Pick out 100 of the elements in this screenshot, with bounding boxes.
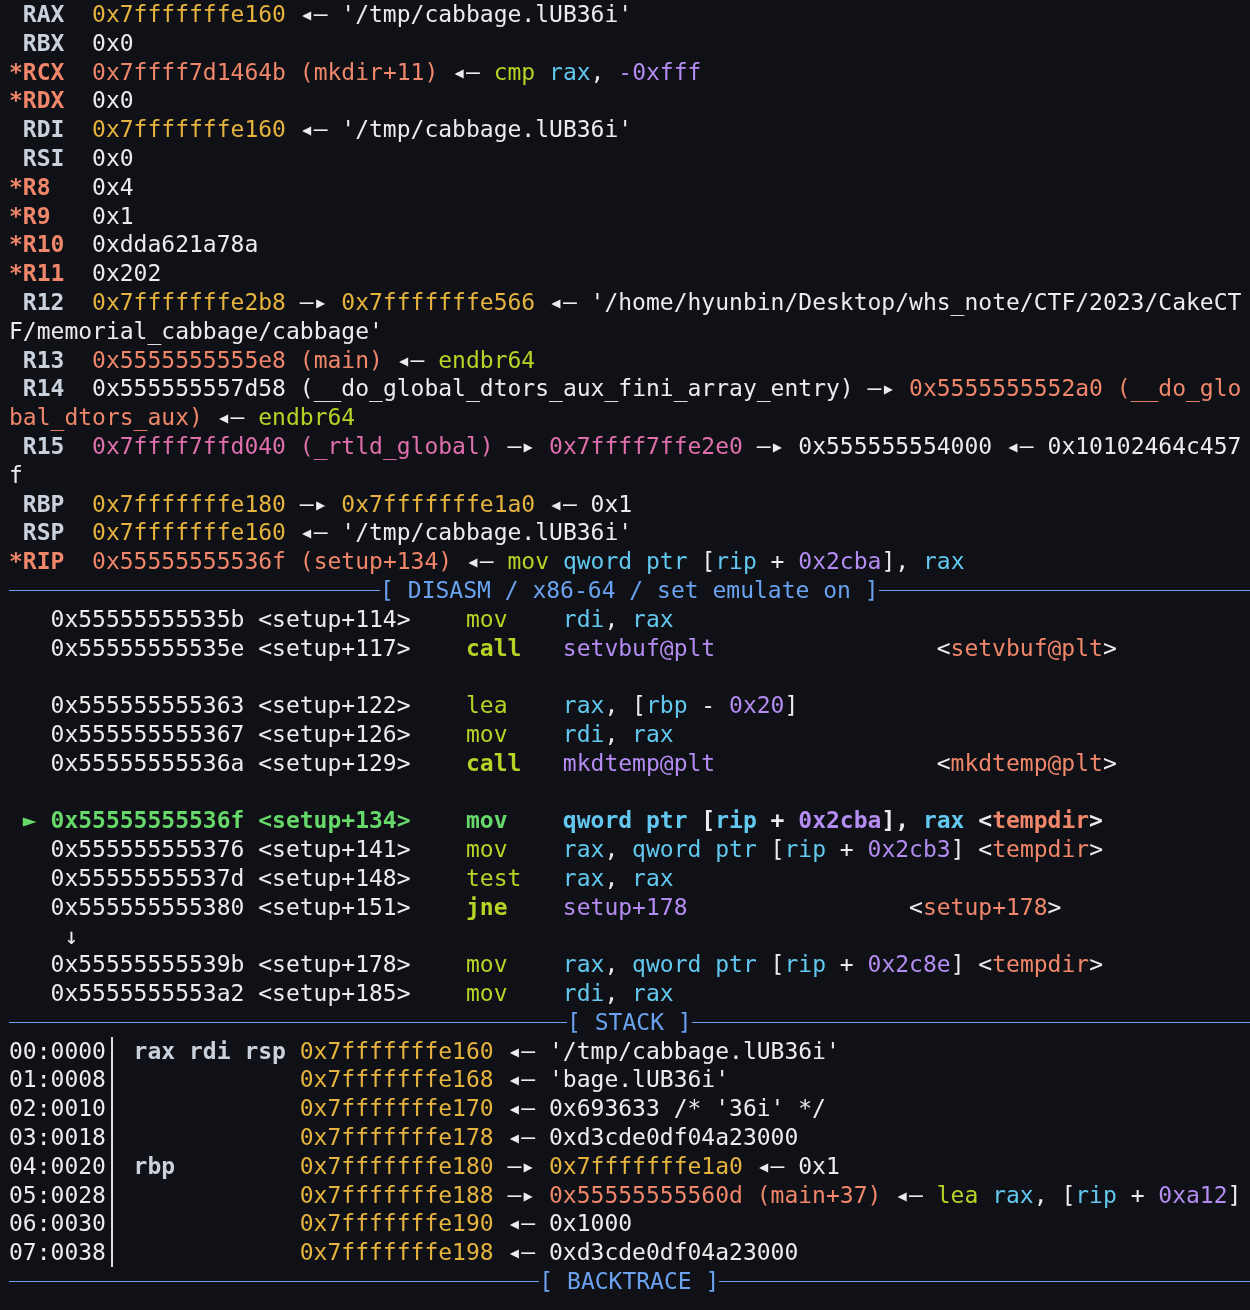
register-text: rip [715, 548, 757, 575]
section-title: [ BACKTRACE ] [539, 1267, 720, 1296]
punctuation-text: , [604, 692, 619, 719]
symbol-text: <setup+122> [258, 692, 411, 719]
bracket-text: < [909, 893, 923, 920]
string-text: '/home/hyunbin/Desktop/whs_note/CTF/2023/CakeCT [590, 288, 1242, 315]
string-text: '/tmp/cabbage.lUB36i' [341, 519, 633, 546]
pointer-arrow: —▸ [299, 287, 328, 317]
instruction-text: call [465, 749, 522, 776]
pointer-arrow: ◂— [756, 1151, 785, 1181]
punctuation-text: , [604, 605, 619, 632]
register-text: rdi [562, 980, 605, 1007]
register-text: rax [632, 605, 674, 632]
offset-text: 00:0000 [9, 1037, 106, 1064]
register-text: qword ptr [632, 951, 757, 978]
instruction-text: mov [465, 836, 508, 863]
value-text: + [839, 836, 854, 863]
address-text: 0x7fffffffe1a0 [341, 490, 536, 517]
address-text: bal_dtors_aux) [9, 404, 203, 431]
address-text: 0x7fffffffe188 [299, 1180, 494, 1210]
address-text: (main+37) [756, 1180, 882, 1210]
value-text: 0xd3cde0df04a23000 [549, 1238, 799, 1268]
address-text: 0x55555555536f [92, 548, 286, 575]
register-text: rip [1075, 1180, 1117, 1210]
address-text: (__do_glo [1116, 375, 1242, 402]
value-text: 0x1 [590, 490, 633, 517]
section-title: [ STACK ] [567, 1007, 692, 1037]
pointer-arrow: —▸ [756, 431, 785, 461]
instruction-text: endbr64 [258, 404, 356, 431]
symbol-text: tempdir [992, 807, 1090, 834]
address-text: 0x7fffffffe190 [299, 1209, 494, 1239]
address-text: 0x7fffffffe198 [299, 1238, 494, 1268]
pointer-arrow: ◂— [549, 489, 577, 519]
instruction-text: mov [465, 951, 508, 978]
register-name: R14 [21, 374, 66, 404]
value-text: + [1130, 1180, 1145, 1210]
offset-text: 07:0038 [9, 1239, 106, 1266]
address-text: 0x7fffffffe180 [299, 1151, 494, 1181]
bracket-text: > [1102, 634, 1117, 661]
symbol-text: <setup+114> [258, 605, 411, 632]
punctuation-text: , [590, 58, 605, 85]
bracket-text: [ [1061, 1180, 1076, 1210]
number-text: 0x20 [729, 692, 785, 719]
address-text: (main) [299, 346, 383, 373]
register-text: rax [922, 807, 965, 834]
symbol-text: mkdtemp@plt [950, 749, 1103, 776]
instruction-text: test [465, 864, 522, 891]
instruction-text: cmp [493, 58, 536, 85]
offset-text: 04:0020 [9, 1152, 106, 1179]
value-text: 0x10102464c457 [1047, 432, 1242, 459]
string-text: '/tmp/cabbage.lUB36i' [549, 1036, 840, 1066]
pointer-arrow: ◂— [507, 1094, 536, 1124]
current-marker: ► [22, 807, 37, 834]
pointer-arrow: ◂— [452, 57, 480, 87]
address-text: 0x7fffffffe566 [341, 288, 536, 315]
address-text: 0x7fffffffe180 [92, 490, 286, 517]
register-text: rax [922, 548, 965, 575]
value-text: + [839, 951, 854, 978]
pointer-arrow: ◂— [507, 1209, 536, 1239]
punctuation-text: ], [881, 548, 910, 575]
symbol-text: <setup+129> [258, 749, 411, 776]
address-text: 0x55555555536f [50, 807, 245, 834]
register-name: *R11 [9, 259, 66, 288]
punctuation-text: ] [950, 836, 965, 863]
instruction-text: mov [507, 548, 550, 575]
register-text: rax [562, 864, 605, 891]
address-text: 0x7fffffffe160 [92, 1, 286, 27]
value-text: f [9, 461, 23, 488]
address-text: 0x7fffffffe178 [299, 1123, 494, 1152]
register-name: *R9 [9, 201, 52, 231]
address-text: 0x55555555539b [50, 951, 245, 978]
symbol-text: <setup+134> [258, 807, 411, 834]
pointer-arrow: ◂— [895, 1180, 923, 1210]
punctuation-text: , [604, 864, 619, 891]
register-text: rax [549, 58, 591, 85]
instruction-text: jne [465, 893, 508, 920]
bracket-text: < [978, 807, 993, 834]
register-text: rdi [562, 605, 605, 632]
section-title: [ DISASM / x86-64 / set emulate on ] [380, 575, 879, 605]
register-text: rip [784, 951, 826, 978]
value-text: (__do_global_dtors_aux_fini_array_entry) [299, 375, 854, 402]
bracket-text: < [978, 836, 993, 863]
symbol-text: <setup+126> [258, 720, 411, 747]
symbol-text: setvbuf@plt [950, 634, 1103, 661]
instruction-text: call [465, 634, 522, 661]
number-text: 0x2c8e [867, 951, 951, 978]
address-text: 0x555555555367 [50, 720, 245, 747]
register-name: RDI [21, 115, 66, 144]
bracket-text: < [978, 951, 993, 978]
value-text: + [770, 807, 785, 834]
instruction-text: mov [465, 605, 508, 632]
value-text: 0x202 [92, 260, 162, 287]
pointer-arrow: —▸ [299, 489, 328, 519]
pointer-arrow: ◂— [299, 518, 328, 548]
pointer-arrow: ◂— [507, 1238, 536, 1268]
offset-text: 03:0018 [9, 1124, 106, 1151]
symbol-text: mkdtemp@plt [562, 749, 716, 776]
address-text: 0x5555555553a2 [50, 980, 245, 1007]
punctuation-text: , [604, 980, 619, 1007]
address-text: 0x555555555376 [50, 836, 245, 863]
